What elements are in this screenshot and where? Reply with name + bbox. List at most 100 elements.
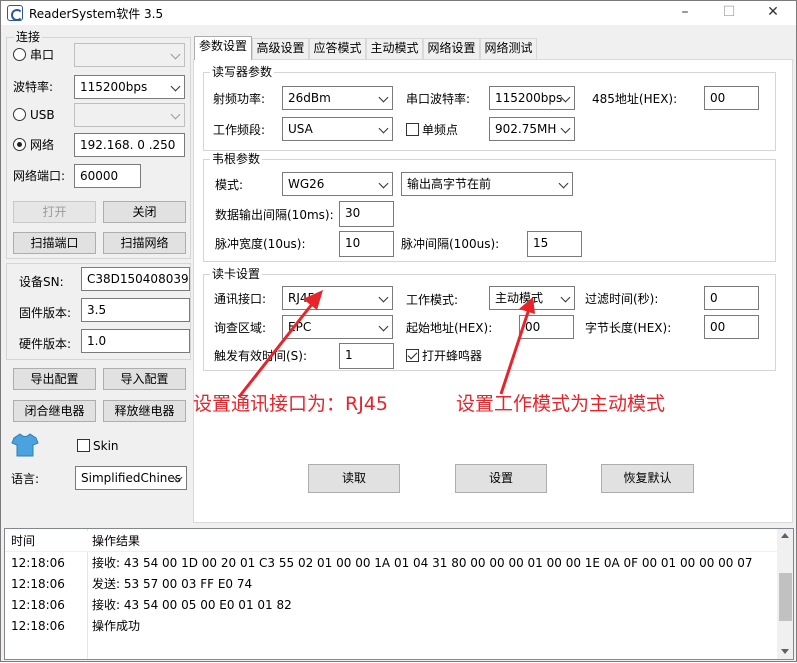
log-header-time[interactable]: 时间 xyxy=(11,531,35,552)
serial-radio[interactable] xyxy=(13,48,26,61)
scroll-thumb[interactable] xyxy=(779,573,792,621)
byte-length-input[interactable]: 00 xyxy=(704,315,759,339)
hardware-label: 硬件版本: xyxy=(19,337,72,351)
scroll-up-icon[interactable] xyxy=(781,533,789,538)
pulse-interval-label: 脉冲间隔(100us): xyxy=(401,237,500,251)
tab-parameters[interactable]: 参数设置 xyxy=(194,36,252,60)
start-addr-label: 起始地址(HEX): xyxy=(406,321,493,335)
usb-label: USB xyxy=(30,108,55,122)
serial-label: 串口 xyxy=(30,48,55,62)
interface-label: 通讯接口: xyxy=(214,292,267,306)
maximize-icon[interactable]: ☐ xyxy=(707,1,751,25)
set-button[interactable]: 设置 xyxy=(455,464,547,493)
scroll-down-icon[interactable] xyxy=(781,649,789,654)
mode-label: 模式: xyxy=(215,178,244,192)
annotation-interface: 设置通讯接口为：RJ45 xyxy=(193,393,388,415)
interface-select[interactable]: RJ45 xyxy=(282,286,393,310)
open-button[interactable]: 打开 xyxy=(13,201,96,223)
skin-checkbox[interactable] xyxy=(77,439,90,452)
log-result: 接收: 43 54 00 1D 00 20 01 C3 55 02 01 00 … xyxy=(92,556,753,570)
log-result: 发送: 53 57 00 03 FF E0 74 xyxy=(92,577,253,591)
import-config-button[interactable]: 导入配置 xyxy=(103,368,186,390)
title-bar: ReaderSystem软件 3.5 – ☐ ✕ xyxy=(1,1,796,25)
close-icon[interactable]: ✕ xyxy=(751,1,795,25)
interval-input[interactable]: 30 xyxy=(339,201,394,227)
log-row[interactable]: 12:18:06 接收: 43 54 00 1D 00 20 01 C3 55 … xyxy=(5,553,777,574)
connection-group-title: 连接 xyxy=(14,30,43,44)
close-relay-button[interactable]: 闭合继电器 xyxy=(13,400,96,422)
reader-params-title: 读写器参数 xyxy=(210,65,275,79)
app-window: ReaderSystem软件 3.5 – ☐ ✕ 连接 串口 波特率: 1152… xyxy=(0,0,797,662)
tab-advanced[interactable]: 高级设置 xyxy=(252,38,309,59)
log-row[interactable]: 12:18:06 接收: 43 54 00 05 00 E0 01 01 82 xyxy=(5,595,777,616)
rf-power-select[interactable]: 26dBm xyxy=(282,86,393,110)
network-radio[interactable] xyxy=(13,138,26,151)
release-relay-button[interactable]: 释放继电器 xyxy=(103,400,186,422)
wiegand-mode-select[interactable]: WG26 xyxy=(282,172,393,196)
log-row[interactable]: 12:18:06 操作成功 xyxy=(5,616,777,637)
language-select[interactable]: SimplifiedChines xyxy=(75,466,187,490)
pulse-interval-input[interactable]: 15 xyxy=(527,231,582,257)
hardware-field: 1.0 xyxy=(81,329,190,353)
scan-port-button[interactable]: 扫描端口 xyxy=(13,232,96,254)
log-result: 操作成功 xyxy=(92,619,141,633)
log-header-result[interactable]: 操作结果 xyxy=(92,531,140,552)
single-freq-checkbox[interactable] xyxy=(406,123,419,136)
app-logo-icon xyxy=(7,5,23,21)
serial-baud-select[interactable]: 115200bps xyxy=(489,86,575,110)
tab-active-mode[interactable]: 主动模式 xyxy=(366,38,423,59)
usb-radio[interactable] xyxy=(13,108,26,121)
work-mode-label: 工作模式: xyxy=(406,293,459,307)
pulse-width-input[interactable]: 10 xyxy=(339,231,394,257)
area-select[interactable]: EPC xyxy=(282,315,393,339)
tab-network-settings[interactable]: 网络设置 xyxy=(423,38,480,59)
trigger-time-label: 触发有效时间(S): xyxy=(214,349,308,363)
network-label: 网络 xyxy=(30,138,55,152)
addr485-input[interactable]: 00 xyxy=(704,86,759,110)
baud-label: 波特率: xyxy=(13,80,54,94)
ip-address-input[interactable]: 192.168. 0 .250 xyxy=(74,133,185,157)
window-title: ReaderSystem软件 3.5 xyxy=(29,7,164,21)
band-select[interactable]: USA xyxy=(282,117,393,141)
firmware-label: 固件版本: xyxy=(19,306,72,320)
reset-default-button[interactable]: 恢复默认 xyxy=(601,464,694,493)
rf-power-label: 射频功率: xyxy=(213,92,266,106)
log-list[interactable]: 时间 操作结果 12:18:06 接收: 43 54 00 1D 00 20 0… xyxy=(4,528,794,660)
freq-select[interactable]: 902.75MH xyxy=(489,117,575,141)
filter-time-label: 过滤时间(秒): xyxy=(585,292,659,306)
sn-field: C38D1504080393 xyxy=(81,267,190,291)
pulse-width-label: 脉冲宽度(10us): xyxy=(215,237,306,251)
firmware-field: 3.5 xyxy=(81,298,190,322)
area-label: 询查区域: xyxy=(214,321,267,335)
buzzer-checkbox[interactable] xyxy=(406,349,419,362)
skin-label: Skin xyxy=(93,439,119,453)
wiegand-title: 韦根参数 xyxy=(210,152,263,166)
close-button[interactable]: 关闭 xyxy=(103,201,186,223)
scan-network-button[interactable]: 扫描网络 xyxy=(103,232,186,254)
tab-network-test[interactable]: 网络测试 xyxy=(480,38,537,59)
serial-baud-label: 串口波特率: xyxy=(406,92,471,106)
port-label: 网络端口: xyxy=(13,169,66,183)
log-time: 12:18:06 xyxy=(11,556,65,570)
byte-order-select[interactable]: 输出高字节在前 xyxy=(401,172,573,196)
trigger-time-input[interactable]: 1 xyxy=(339,343,394,369)
minimize-icon[interactable]: – xyxy=(663,1,707,25)
tshirt-icon[interactable] xyxy=(11,432,39,458)
read-button[interactable]: 读取 xyxy=(308,464,400,493)
log-result: 接收: 43 54 00 05 00 E0 01 01 82 xyxy=(92,598,292,612)
addr485-label: 485地址(HEX): xyxy=(592,92,678,106)
work-mode-select[interactable]: 主动模式 xyxy=(489,286,575,310)
log-scrollbar[interactable] xyxy=(777,529,793,659)
card-settings-title: 读卡设置 xyxy=(210,267,263,281)
start-addr-input[interactable]: 00 xyxy=(519,315,574,339)
annotation-work-mode: 设置工作模式为主动模式 xyxy=(456,393,666,415)
serial-port-select[interactable] xyxy=(74,43,185,67)
usb-select[interactable] xyxy=(74,103,185,127)
filter-time-input[interactable]: 0 xyxy=(704,286,759,310)
single-freq-label: 单频点 xyxy=(422,123,459,137)
export-config-button[interactable]: 导出配置 xyxy=(13,368,96,390)
port-input[interactable]: 60000 xyxy=(74,164,141,188)
log-row[interactable]: 12:18:06 发送: 53 57 00 03 FF E0 74 xyxy=(5,574,777,595)
baud-select[interactable]: 115200bps xyxy=(74,75,185,99)
tab-answer-mode[interactable]: 应答模式 xyxy=(309,38,366,59)
